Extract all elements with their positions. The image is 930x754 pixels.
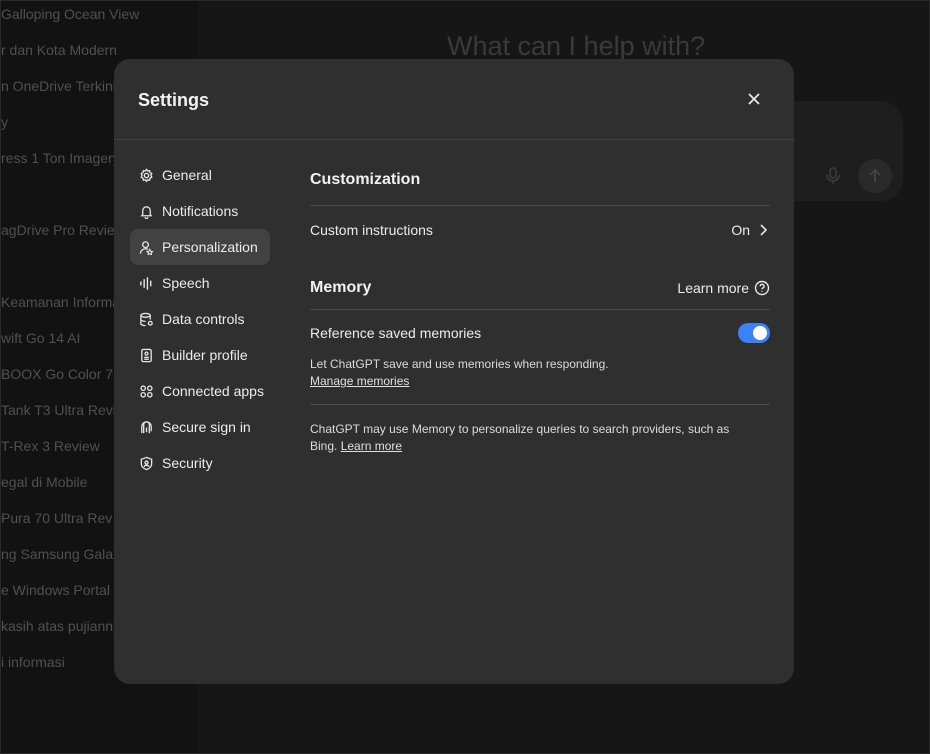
modal-header: Settings	[114, 59, 794, 140]
history-item: egal di Mobile	[1, 474, 88, 490]
nav-item-label: Personalization	[162, 239, 258, 255]
history-item: i informasi	[1, 654, 65, 670]
nav-item-label: Builder profile	[162, 347, 248, 363]
history-item: y	[1, 114, 8, 130]
history-item: ress 1 Ton Imagery	[1, 150, 120, 166]
nav-item-label: Connected apps	[162, 383, 264, 399]
app-window: Galloping Ocean View r dan Kota Modern n O…	[0, 0, 930, 754]
nav-item-label: Notifications	[162, 203, 239, 219]
nav-item-label: Data controls	[162, 311, 245, 327]
history-item: Tank T3 Ultra Revi	[1, 402, 116, 418]
nav-item-security[interactable]: Security	[130, 445, 270, 481]
settings-nav: General Notifications Personalization Sp…	[130, 157, 270, 481]
microphone-icon	[825, 167, 841, 185]
memory-footer: ChatGPT may use Memory to personalize qu…	[310, 421, 730, 455]
nav-item-label: Security	[162, 455, 213, 471]
memory-title: Memory	[310, 279, 372, 296]
history-item: r dan Kota Modern	[1, 42, 117, 58]
reference-memories-label: Reference saved memories	[310, 325, 482, 341]
help-circle-icon	[754, 280, 770, 296]
memory-learn-more[interactable]: Learn more	[677, 280, 770, 296]
key-icon	[138, 419, 154, 435]
manage-memories-link[interactable]: Manage memories	[310, 374, 409, 388]
nav-item-label: Speech	[162, 275, 210, 291]
custom-instructions-value: On	[731, 222, 750, 238]
close-icon	[748, 93, 760, 105]
reference-memories-description: Let ChatGPT save and use memories when r…	[310, 356, 770, 390]
history-item: BOOX Go Color 7	[1, 366, 114, 382]
history-item: wift Go 14 AI	[1, 330, 81, 346]
shield-icon	[138, 455, 154, 471]
history-item: n OneDrive Terkini	[1, 78, 116, 94]
learn-more-label: Learn more	[677, 280, 749, 296]
divider	[310, 404, 770, 405]
history-item: agDrive Pro Review	[1, 222, 125, 238]
nav-item-label: Secure sign in	[162, 419, 251, 435]
nav-item-personalization[interactable]: Personalization	[130, 229, 270, 265]
footer-learn-more-link[interactable]: Learn more	[341, 439, 402, 453]
id-card-icon	[138, 347, 154, 363]
nav-item-notifications[interactable]: Notifications	[130, 193, 270, 229]
nav-item-general[interactable]: General	[130, 157, 270, 193]
background-heading: What can I help with?	[447, 31, 706, 61]
close-button[interactable]	[742, 87, 766, 111]
waveform-icon	[138, 275, 154, 291]
nav-item-secure-sign-in[interactable]: Secure sign in	[130, 409, 270, 445]
nav-item-connected-apps[interactable]: Connected apps	[130, 373, 270, 409]
settings-content: Customization Custom instructions On Mem…	[310, 157, 770, 455]
history-item: ng Samsung Galax	[1, 546, 121, 562]
nav-item-label: General	[162, 167, 212, 183]
history-item: Keamanan Informa	[1, 294, 121, 310]
nav-item-builder-profile[interactable]: Builder profile	[130, 337, 270, 373]
history-item: e Windows Portal	[1, 582, 110, 598]
history-item: Pura 70 Ultra Rev	[1, 510, 113, 526]
person-icon	[138, 239, 154, 255]
memory-header: Memory Learn more	[310, 267, 770, 309]
apps-icon	[138, 383, 154, 399]
history-item: kasih atas pujiannya	[1, 618, 128, 634]
history-item: T-Rex 3 Review	[1, 438, 100, 454]
settings-modal: Settings General Notifications Personali…	[114, 59, 794, 684]
reference-memories-row: Reference saved memories	[310, 310, 770, 356]
reference-memories-toggle[interactable]	[738, 323, 770, 343]
toggle-knob	[753, 326, 767, 340]
custom-instructions-label: Custom instructions	[310, 222, 433, 238]
send-button	[858, 159, 892, 193]
nav-item-data-controls[interactable]: Data controls	[130, 301, 270, 337]
bell-icon	[138, 203, 154, 219]
gear-icon	[138, 167, 154, 183]
customization-title: Customization	[310, 171, 421, 188]
modal-title: Settings	[138, 90, 210, 110]
history-item: Galloping Ocean View	[1, 6, 140, 22]
chevron-right-icon	[760, 224, 768, 236]
database-icon	[138, 311, 154, 327]
custom-instructions-row[interactable]: Custom instructions On	[310, 206, 770, 254]
nav-item-speech[interactable]: Speech	[130, 265, 270, 301]
reference-desc-text: Let ChatGPT save and use memories when r…	[310, 357, 609, 371]
